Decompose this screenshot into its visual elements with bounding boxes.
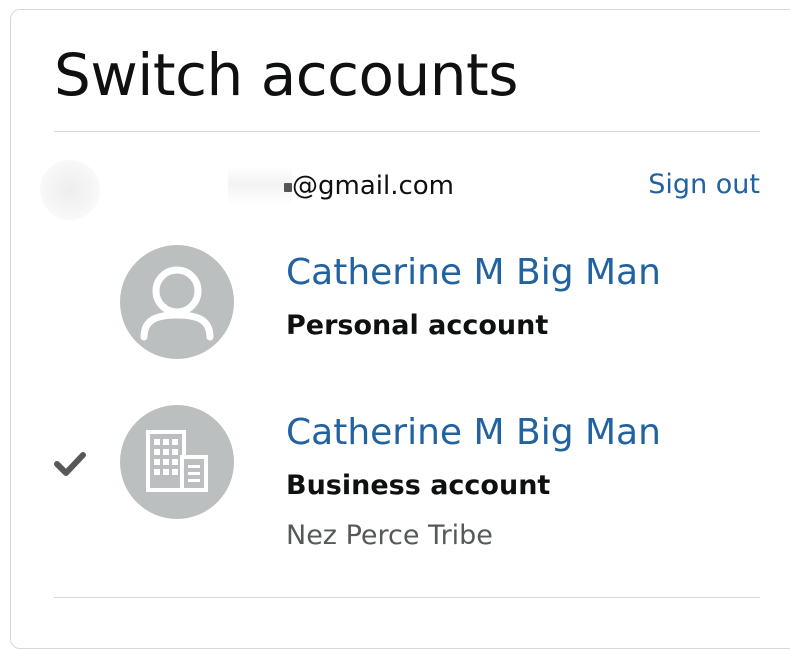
- account-name[interactable]: Catherine M Big Man: [286, 251, 661, 295]
- person-icon: [120, 245, 234, 359]
- account-type: Personal account: [286, 310, 549, 341]
- signed-in-email-row: @gmail.com: [228, 166, 454, 206]
- checkmark-icon: [54, 452, 86, 476]
- account-name[interactable]: Catherine M Big Man: [286, 411, 661, 455]
- page-title: Switch accounts: [54, 41, 518, 109]
- building-icon: [120, 405, 234, 519]
- title-divider: [54, 131, 760, 132]
- account-organization: Nez Perce Tribe: [286, 520, 493, 551]
- sign-out-link[interactable]: Sign out: [648, 166, 760, 204]
- email-avatar: [40, 160, 100, 220]
- redacted-email-mask: [228, 167, 292, 205]
- signed-in-email: @gmail.com: [283, 171, 455, 201]
- account-type: Business account: [286, 470, 551, 501]
- bottom-divider: [54, 597, 760, 598]
